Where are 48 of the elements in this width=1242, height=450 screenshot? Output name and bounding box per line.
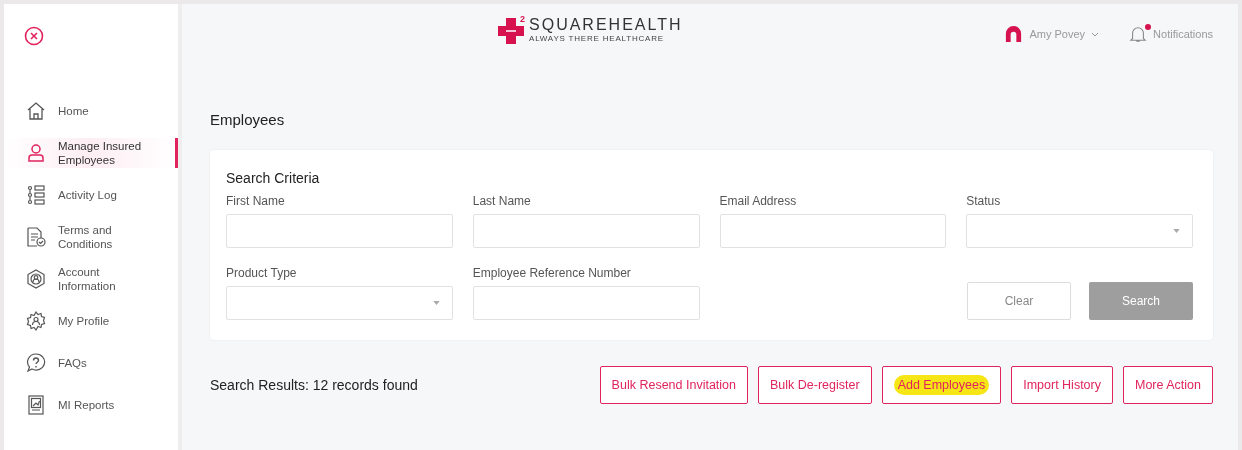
field-label: Employee Reference Number xyxy=(472,266,632,280)
bell-icon xyxy=(1129,25,1148,43)
nav-item[interactable]: MI Reports xyxy=(4,390,178,420)
field-label: Status xyxy=(966,194,1002,208)
action-button[interactable]: Import History xyxy=(1011,366,1113,404)
close-icon[interactable] xyxy=(24,26,44,46)
text-field[interactable] xyxy=(226,214,453,248)
clear-button[interactable]: Clear xyxy=(967,282,1071,320)
nav-item[interactable]: My Profile xyxy=(4,306,178,336)
report-icon xyxy=(26,395,46,415)
profile-gear-icon xyxy=(26,311,46,331)
document-check-icon xyxy=(26,227,46,247)
text-field[interactable] xyxy=(719,214,947,248)
caret-icon xyxy=(1173,229,1180,233)
field-label: Product Type xyxy=(226,266,298,280)
nav-item[interactable]: Activity Log xyxy=(4,180,178,210)
chevron-down-icon xyxy=(1091,31,1100,37)
action-button[interactable]: More Action xyxy=(1123,366,1213,404)
nav-item[interactable]: FAQs xyxy=(4,348,178,378)
account-gear-icon xyxy=(26,269,46,289)
nav-item[interactable]: Terms and Conditions xyxy=(4,222,178,252)
text-field[interactable] xyxy=(472,286,700,320)
brand-tagline: ALWAYS THERE HEALTHCARE xyxy=(529,34,665,43)
user-menu[interactable]: Amy Povey xyxy=(1004,24,1100,44)
nav-item[interactable]: Home xyxy=(4,96,178,126)
cross-logo-icon xyxy=(496,16,526,46)
logo-superscript: 2 xyxy=(520,14,525,24)
brand-name: SQUAREHEALTH xyxy=(529,16,683,34)
action-button[interactable]: Bulk De-register xyxy=(758,366,872,404)
card-title: Search Criteria xyxy=(226,170,321,186)
field-label: Email Address xyxy=(719,194,798,208)
field-label: Last Name xyxy=(472,194,532,208)
select-field[interactable] xyxy=(966,214,1193,248)
text-field[interactable] xyxy=(472,214,700,248)
avatar-icon xyxy=(1004,24,1024,44)
action-button[interactable]: Add Employees xyxy=(881,366,1002,404)
nav-item[interactable]: Account Information xyxy=(4,264,178,294)
field-label: First Name xyxy=(226,194,286,208)
notifications-link[interactable]: Notifications xyxy=(1129,25,1213,43)
select-field[interactable] xyxy=(226,286,453,320)
list-icon xyxy=(26,185,46,205)
question-icon xyxy=(26,353,46,373)
user-icon xyxy=(26,143,46,163)
caret-icon xyxy=(432,301,440,305)
home-icon xyxy=(26,101,46,121)
page-title: Employees xyxy=(210,111,286,128)
results-summary: Search Results: 12 records found xyxy=(210,377,418,393)
action-button[interactable]: Bulk Resend Invitation xyxy=(599,366,748,404)
